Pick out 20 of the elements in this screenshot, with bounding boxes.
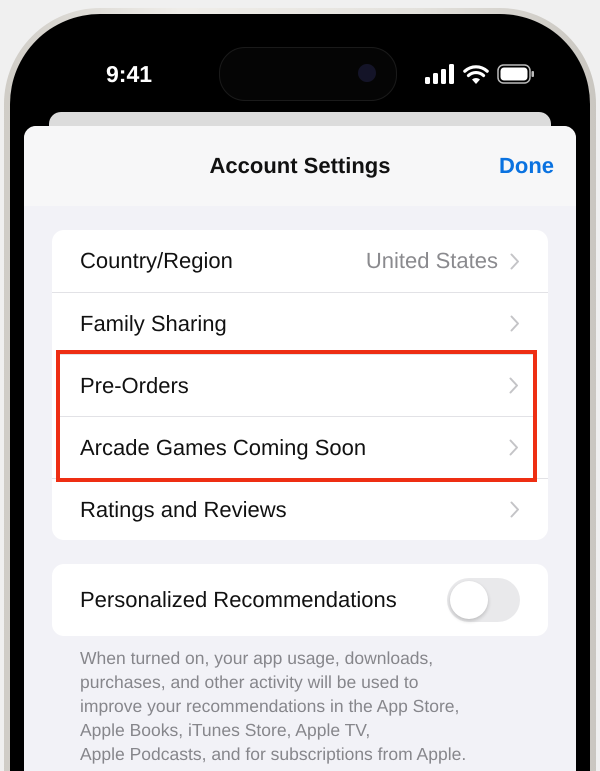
row-value: United States [366, 248, 498, 274]
chevron-icon [510, 315, 520, 332]
row-label[interactable]: Country/Region [80, 248, 366, 274]
toggle-switch[interactable] [447, 578, 520, 622]
chevron-icon [509, 377, 519, 394]
row-label[interactable]: Ratings and Reviews [80, 496, 510, 522]
row-label[interactable]: Arcade Games Coming Soon [80, 434, 509, 460]
row-label[interactable]: Family Sharing [80, 310, 510, 336]
row-label: Personalized Recommendations [80, 587, 398, 613]
chevron-icon [509, 439, 519, 456]
battery-icon [497, 64, 535, 84]
sheet-title: Account Settings [210, 153, 390, 179]
chevron-icon [510, 252, 520, 270]
signal-icon [425, 64, 455, 84]
done-button[interactable]: Done [499, 153, 554, 179]
row-label[interactable]: Pre-Orders [80, 372, 509, 398]
status-time: 9:41 [106, 60, 154, 88]
footer-note: When turned on, your app usage, downloads, purchases, and other activity will be used to improve your recommendations in the App Store, Apple Books, iTunes Store, Apple TV, Apple Podcasts, and for subscriptions from Apple. [80, 647, 468, 766]
chevron-icon [510, 501, 520, 518]
wifi-icon [463, 64, 489, 84]
